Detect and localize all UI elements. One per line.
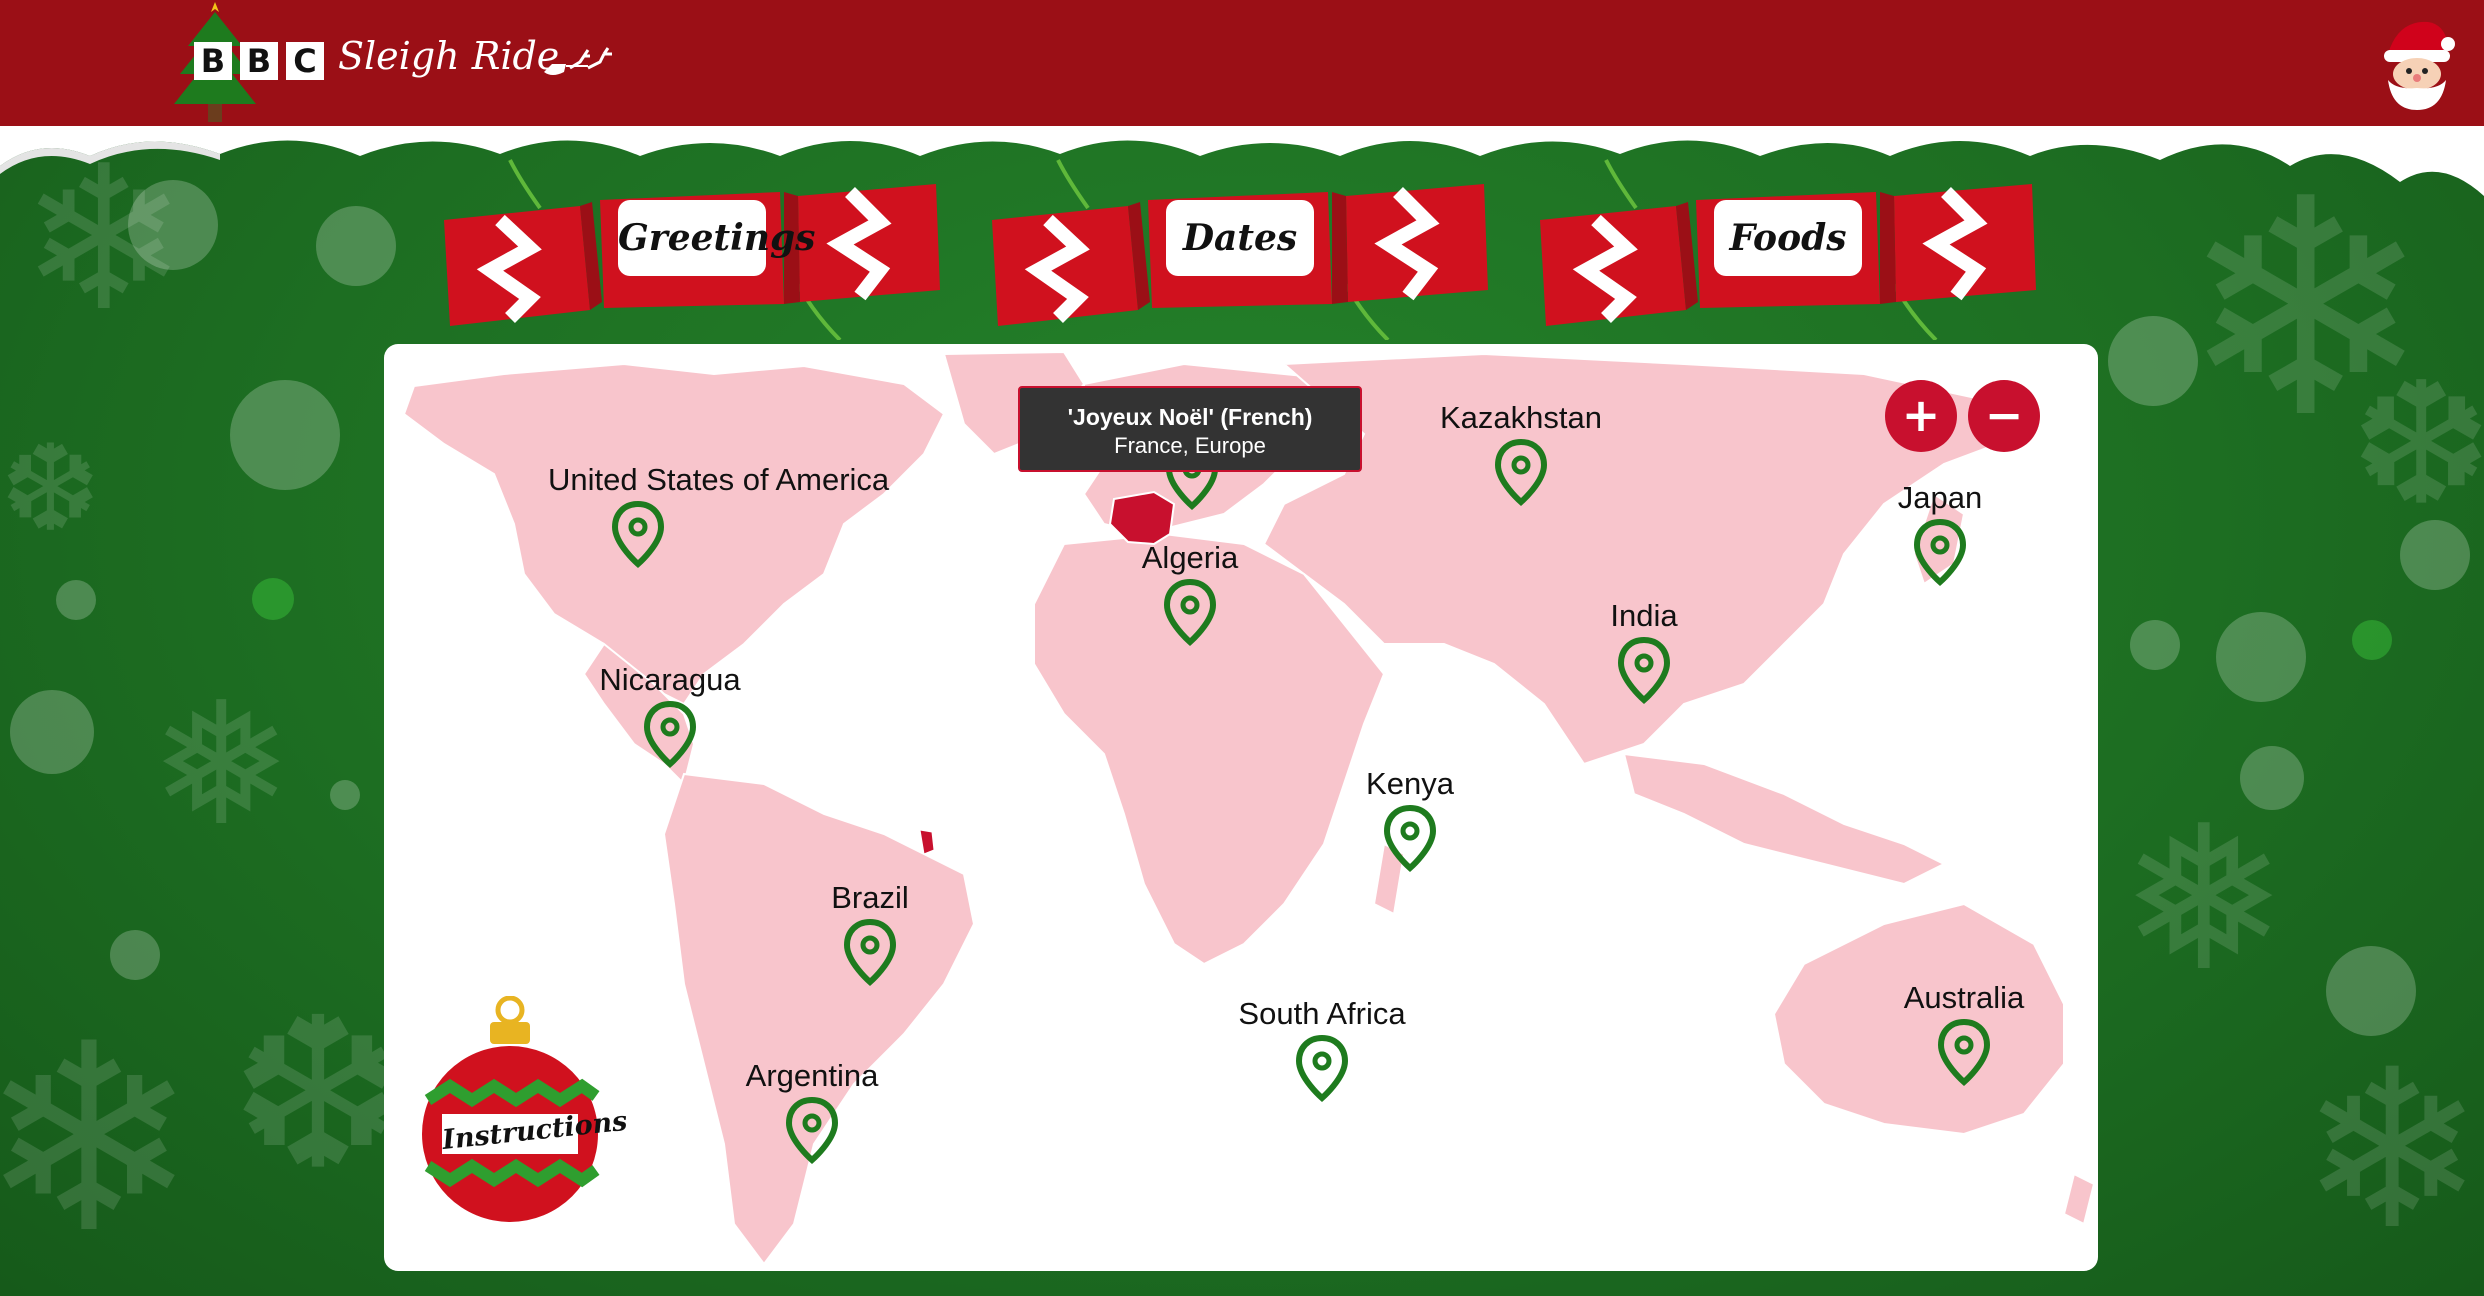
marker-label: Nicaragua xyxy=(599,662,741,697)
sleigh-reindeer-icon xyxy=(544,47,612,75)
logo-letter: B xyxy=(194,42,232,80)
dates-cracker-button[interactable]: Dates xyxy=(988,140,1488,340)
country-french-guiana-highlight xyxy=(919,829,935,855)
marker-label: South Africa xyxy=(1238,996,1406,1031)
logo-letter: B xyxy=(240,42,278,80)
map-marker-nicaragua[interactable]: Nicaragua xyxy=(580,662,760,768)
map-pin-icon xyxy=(1617,636,1671,704)
cracker-label: Greetings xyxy=(618,200,815,276)
zoom-in-button[interactable]: + xyxy=(1885,380,1957,452)
marker-label: Brazil xyxy=(831,880,909,915)
marker-label: Australia xyxy=(1903,980,2025,1015)
map-pin-icon xyxy=(1913,518,1967,586)
foods-cracker-button[interactable]: Foods xyxy=(1536,140,2036,340)
cracker-label: Dates xyxy=(1166,200,1314,276)
zoom-out-button[interactable]: − xyxy=(1968,380,2040,452)
map-marker-kazakhstan[interactable]: Kazakhstan xyxy=(1431,400,1611,506)
cracker-label: Foods xyxy=(1714,200,1862,276)
map-marker-australia[interactable]: Australia xyxy=(1874,980,2054,1086)
map-marker-algeria[interactable]: Algeria xyxy=(1100,540,1280,646)
world-map-card: United States of America Kazakhstan Japa… xyxy=(384,344,2098,1271)
map-pin-icon xyxy=(611,500,665,568)
marker-label: United States of America xyxy=(548,462,890,497)
marker-label: Argentina xyxy=(745,1058,879,1093)
landmass-southeast-asia xyxy=(1622,752,1947,886)
map-pin-icon xyxy=(1383,804,1437,872)
map-pin-icon xyxy=(785,1096,839,1164)
map-marker-south-africa[interactable]: South Africa xyxy=(1232,996,1412,1102)
map-pin-icon xyxy=(1163,578,1217,646)
map-pin-icon xyxy=(1937,1018,1991,1086)
marker-label: Kazakhstan xyxy=(1440,400,1602,435)
map-marker-kenya[interactable]: Kenya xyxy=(1320,766,1500,872)
tooltip-phrase: 'Joyeux Noël' (French) xyxy=(1067,404,1313,430)
top-header: B B C Sleigh Ride xyxy=(0,0,2484,127)
marker-label: India xyxy=(1610,598,1678,633)
map-marker-argentina[interactable]: Argentina xyxy=(722,1058,902,1164)
greetings-cracker-button[interactable]: Greetings xyxy=(440,140,940,340)
map-marker-brazil[interactable]: Brazil xyxy=(780,880,960,986)
marker-label: Kenya xyxy=(1366,766,1454,801)
map-marker-usa[interactable]: United States of America xyxy=(548,462,890,568)
instructions-bauble-button[interactable]: Instructions xyxy=(420,996,629,1228)
map-marker-japan[interactable]: Japan xyxy=(1850,480,2030,586)
app-name: Sleigh Ride xyxy=(338,34,560,78)
greeting-tooltip: 'Joyeux Noël' (French) France, Europe xyxy=(1018,386,1362,472)
map-pin-icon xyxy=(843,918,897,986)
marker-label: Japan xyxy=(1897,480,1983,515)
map-pin-icon xyxy=(1295,1034,1349,1102)
marker-label: Algeria xyxy=(1141,540,1239,575)
santa-avatar-icon[interactable] xyxy=(2378,14,2456,112)
map-pin-icon xyxy=(643,700,697,768)
tooltip-location: France, Europe xyxy=(1114,433,1266,458)
landmass-new-zealand xyxy=(2062,1172,2096,1226)
logo-letter: C xyxy=(286,42,324,80)
map-pin-icon xyxy=(1494,438,1548,506)
map-marker-india[interactable]: India xyxy=(1554,598,1734,704)
